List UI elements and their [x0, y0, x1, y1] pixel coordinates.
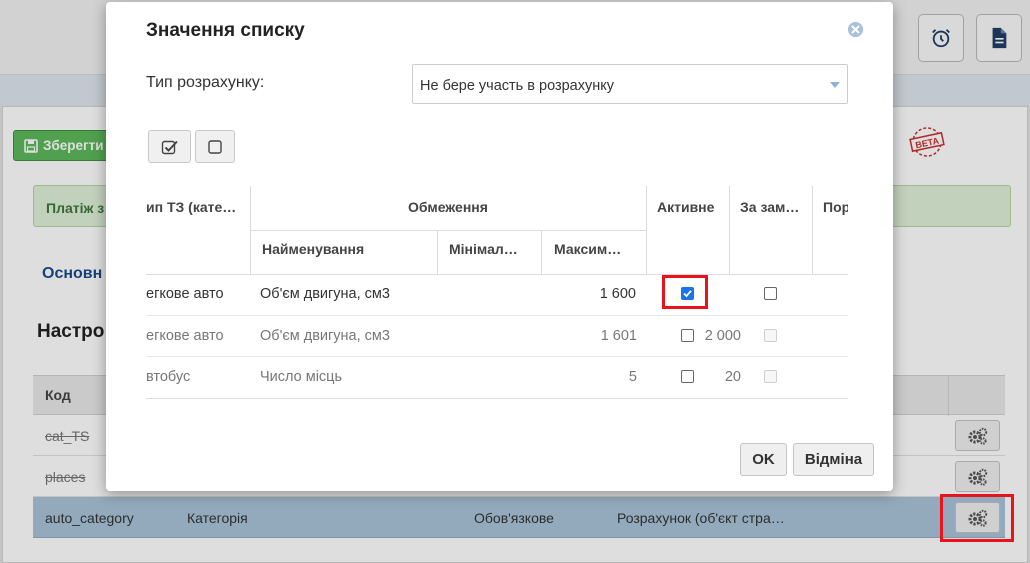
row-limit-min: 5 [628, 369, 637, 385]
chevron-down-icon [830, 82, 840, 88]
uncheck-all-button[interactable] [195, 130, 235, 163]
row-vehicle-type: егкове авто [146, 328, 224, 344]
active-checkbox[interactable] [681, 329, 694, 342]
row-limit-name: Число місць [260, 369, 343, 385]
list-values-dialog: Значення списку Тип розрахунку: Не бере … [106, 2, 893, 491]
row-limit-name: Об'єм двигуна, см3 [260, 286, 390, 302]
row-limit-max: 20 [724, 369, 741, 385]
check-all-button[interactable] [148, 130, 191, 163]
active-checkbox[interactable] [681, 287, 694, 300]
column-header-limit-max[interactable]: Максим… [554, 241, 640, 257]
row-limit-min: 1 601 [600, 328, 637, 344]
ok-button[interactable]: OK [740, 443, 787, 476]
default-checkbox [764, 370, 777, 383]
row-limit-name: Об'єм двигуна, см3 [260, 328, 390, 344]
default-checkbox[interactable] [764, 287, 777, 300]
column-header-active[interactable]: Активне [657, 199, 714, 215]
column-header-limits: Обмеження [408, 199, 488, 215]
default-checkbox [764, 329, 777, 342]
checkmark-icon [683, 290, 692, 298]
column-header-limit-name[interactable]: Найменування [262, 241, 364, 257]
row-limit-max: 1 600 [599, 286, 636, 302]
values-grid: ип ТЗ (кате… Обмеження Найменування Міні… [146, 186, 848, 399]
row-vehicle-type: егкове авто [146, 286, 224, 302]
column-header-limit-min[interactable]: Мінімал… [449, 241, 535, 257]
column-header-vehicle-type[interactable]: ип ТЗ (кате… [146, 199, 244, 215]
column-header-default[interactable]: За зам… [740, 199, 810, 215]
uncheck-all-icon [208, 139, 222, 154]
dialog-title: Значення списку [146, 20, 305, 41]
row-limit-max: 2 000 [704, 328, 741, 344]
active-checkbox[interactable] [681, 370, 694, 383]
column-header-order[interactable]: Пор [823, 199, 848, 215]
calc-type-label: Тип розрахунку: [146, 74, 265, 91]
row-vehicle-type: втобус [146, 369, 191, 385]
calc-type-value: Не бере участь в розрахунку [420, 78, 615, 94]
check-all-icon [161, 140, 178, 154]
close-icon[interactable] [847, 21, 864, 38]
calc-type-select[interactable]: Не бере участь в розрахунку [412, 64, 848, 104]
cancel-button[interactable]: Відміна [793, 443, 874, 476]
